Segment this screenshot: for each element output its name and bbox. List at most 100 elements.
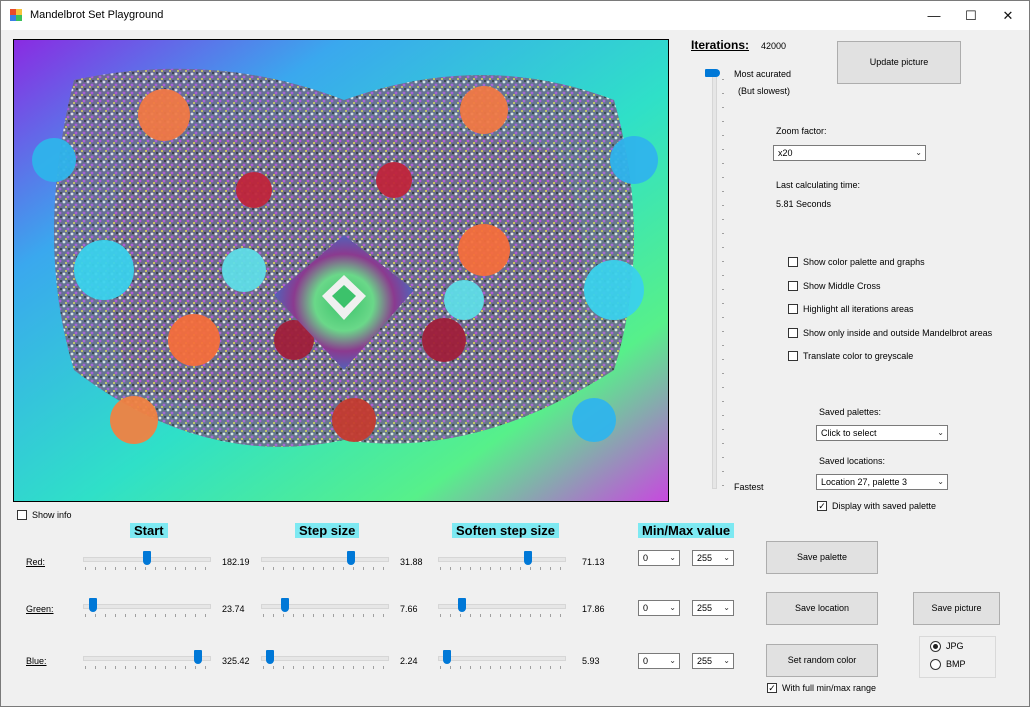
saved-locations-select[interactable]: Location 27, palette 3 ⌄ bbox=[816, 474, 948, 490]
chevron-down-icon: ⌄ bbox=[669, 553, 676, 562]
green-step-value: 7.66 bbox=[400, 604, 418, 614]
slider-track bbox=[261, 557, 389, 562]
blue-soften-value: 5.93 bbox=[582, 656, 600, 666]
blue-min-select[interactable]: 0 ⌄ bbox=[638, 653, 680, 669]
slider-thumb[interactable] bbox=[458, 598, 467, 612]
checkbox-show-palette[interactable] bbox=[788, 257, 798, 267]
slider-track bbox=[83, 604, 211, 609]
slider-ticks bbox=[440, 666, 564, 669]
saved-locations-value: Location 27, palette 3 bbox=[821, 477, 908, 487]
blue-step-value: 2.24 bbox=[400, 656, 418, 666]
green-start-value: 23.74 bbox=[222, 604, 245, 614]
mandelbrot-picture[interactable] bbox=[13, 39, 669, 502]
slider-thumb[interactable] bbox=[143, 551, 151, 565]
red-start-slider[interactable] bbox=[83, 550, 211, 572]
update-picture-button[interactable]: Update picture bbox=[837, 41, 961, 84]
blue-step-slider[interactable] bbox=[261, 649, 389, 671]
zoom-select[interactable]: x20 ⌄ bbox=[773, 145, 926, 161]
blue-max-select[interactable]: 255 ⌄ bbox=[692, 653, 734, 669]
saved-palettes-select[interactable]: Click to select ⌄ bbox=[816, 425, 948, 441]
checkbox-show-info[interactable] bbox=[17, 510, 27, 520]
slider-thumb[interactable] bbox=[265, 650, 274, 664]
checkbox-display-saved-palette[interactable]: ✓ bbox=[817, 501, 827, 511]
checkbox-greyscale[interactable] bbox=[788, 351, 798, 361]
slider-thumb[interactable] bbox=[89, 598, 98, 612]
slider-ticks bbox=[85, 567, 209, 570]
iterations-slider-thumb[interactable] bbox=[705, 69, 720, 77]
red-step-slider[interactable] bbox=[261, 550, 389, 572]
slider-ticks bbox=[263, 567, 387, 570]
slider-thumb[interactable] bbox=[281, 598, 290, 612]
slider-ticks bbox=[440, 614, 564, 617]
fractal-image bbox=[14, 40, 668, 501]
slider-thumb[interactable] bbox=[346, 551, 355, 565]
green-min-select[interactable]: 0 ⌄ bbox=[638, 600, 680, 616]
chevron-down-icon: ⌄ bbox=[915, 148, 922, 157]
iterations-bottom-label: Fastest bbox=[734, 482, 764, 492]
green-max-select[interactable]: 255 ⌄ bbox=[692, 600, 734, 616]
checkbox-highlight-iterations-label: Highlight all iterations areas bbox=[803, 304, 914, 314]
save-palette-button[interactable]: Save palette bbox=[766, 541, 878, 574]
header-min-max: Min/Max value bbox=[638, 523, 735, 538]
checkbox-inside-outside[interactable] bbox=[788, 328, 798, 338]
saved-locations-label: Saved locations: bbox=[819, 456, 886, 466]
red-soften-value: 71.13 bbox=[582, 557, 605, 567]
chevron-down-icon: ⌄ bbox=[937, 477, 944, 486]
set-random-color-button[interactable]: Set random color bbox=[766, 644, 878, 677]
iterations-slider-ticks bbox=[722, 79, 724, 487]
blue-min-value: 0 bbox=[643, 656, 649, 666]
red-soften-slider[interactable] bbox=[438, 550, 566, 572]
chevron-down-icon: ⌄ bbox=[723, 603, 730, 612]
checkbox-highlight-iterations[interactable] bbox=[788, 304, 798, 314]
green-step-slider[interactable] bbox=[261, 597, 389, 619]
radio-jpg[interactable] bbox=[930, 641, 941, 652]
saved-palettes-label: Saved palettes: bbox=[819, 407, 882, 417]
checkbox-show-info-label: Show info bbox=[32, 510, 72, 520]
red-label: Red: bbox=[26, 557, 46, 567]
slider-thumb[interactable] bbox=[442, 650, 451, 664]
checkbox-middle-cross[interactable] bbox=[788, 281, 798, 291]
red-max-select[interactable]: 255 ⌄ bbox=[692, 550, 734, 566]
calc-time-value: 5.81 Seconds bbox=[776, 199, 832, 209]
close-button[interactable]: ✕ bbox=[989, 1, 1027, 30]
blue-soften-slider[interactable] bbox=[438, 649, 566, 671]
maximize-button[interactable]: ☐ bbox=[952, 1, 990, 30]
blue-max-value: 255 bbox=[697, 656, 713, 666]
checkbox-display-saved-palette-label: Display with saved palette bbox=[832, 501, 937, 511]
checkbox-middle-cross-label: Show Middle Cross bbox=[803, 281, 881, 291]
save-picture-button[interactable]: Save picture bbox=[913, 592, 1000, 625]
green-max-value: 255 bbox=[697, 603, 713, 613]
header-step-size: Step size bbox=[295, 523, 360, 538]
checkbox-full-range[interactable]: ✓ bbox=[767, 683, 777, 693]
green-soften-value: 17.86 bbox=[582, 604, 605, 614]
radio-bmp-label: BMP bbox=[946, 659, 966, 669]
slider-thumb[interactable] bbox=[194, 650, 203, 664]
red-max-value: 255 bbox=[697, 553, 713, 563]
main-window: Mandelbrot Set Playground — ☐ ✕ Iteratio… bbox=[0, 0, 1030, 707]
chevron-down-icon: ⌄ bbox=[669, 656, 676, 665]
checkbox-greyscale-label: Translate color to greyscale bbox=[803, 351, 914, 361]
saved-palettes-value: Click to select bbox=[821, 428, 877, 438]
radio-bmp[interactable] bbox=[930, 659, 941, 670]
iterations-slider-track[interactable] bbox=[712, 73, 717, 489]
minimize-button[interactable]: — bbox=[915, 1, 953, 30]
red-start-value: 182.19 bbox=[222, 557, 250, 567]
iterations-value: 42000 bbox=[761, 41, 787, 51]
save-location-button[interactable]: Save location bbox=[766, 592, 878, 625]
chevron-down-icon: ⌄ bbox=[669, 603, 676, 612]
green-soften-slider[interactable] bbox=[438, 597, 566, 619]
radio-jpg-label: JPG bbox=[946, 641, 964, 651]
blue-start-slider[interactable] bbox=[83, 649, 211, 671]
slider-track bbox=[83, 656, 211, 661]
slider-thumb[interactable] bbox=[523, 551, 532, 565]
blue-start-value: 325.42 bbox=[222, 656, 250, 666]
red-min-select[interactable]: 0 ⌄ bbox=[638, 550, 680, 566]
checkbox-show-palette-label: Show color palette and graphs bbox=[803, 257, 925, 267]
green-label: Green: bbox=[26, 604, 54, 614]
green-start-slider[interactable] bbox=[83, 597, 211, 619]
header-soften-step-size: Soften step size bbox=[452, 523, 559, 538]
zoom-select-value: x20 bbox=[778, 148, 793, 158]
iterations-top-sublabel: (But slowest) bbox=[738, 86, 791, 96]
slider-track bbox=[438, 557, 566, 562]
checkbox-full-range-label: With full min/max range bbox=[782, 683, 877, 693]
